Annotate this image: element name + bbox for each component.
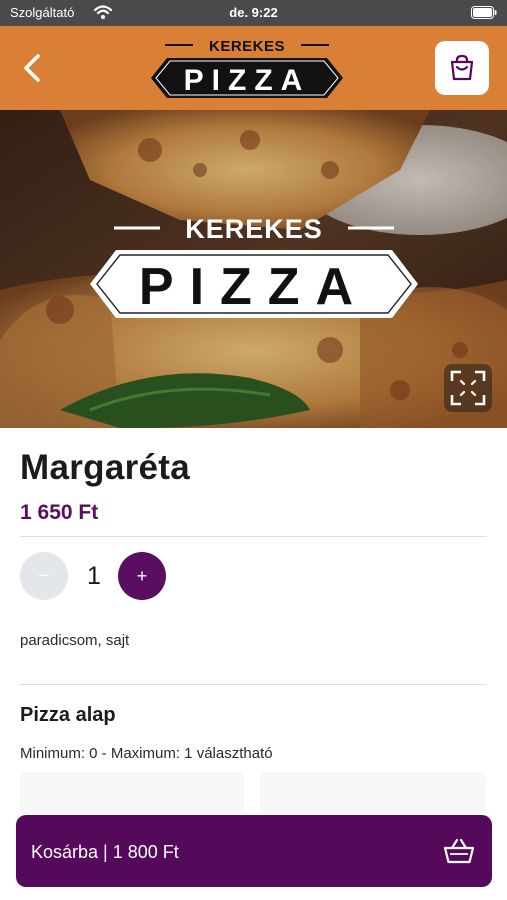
options-section-subtitle: Minimum: 0 - Maximum: 1 választható [20, 745, 273, 762]
divider [20, 684, 487, 685]
add-to-cart-label: Kosárba | 1 800 Ft [31, 842, 179, 862]
shopping-bag-icon [450, 54, 474, 81]
battery-icon [471, 6, 497, 19]
back-button[interactable] [14, 48, 54, 88]
increase-quantity-button[interactable]: + [118, 552, 166, 600]
quantity-value: 1 [87, 562, 101, 590]
hero-logo-top: KEREKES [185, 214, 323, 244]
basket-icon [444, 838, 474, 864]
options-section-title: Pizza alap [20, 704, 116, 726]
status-time: de. 9:22 [229, 5, 278, 20]
product-name: Margaréta [20, 448, 190, 487]
product-ingredients: paradicsom, sajt [20, 632, 130, 649]
product-image: KEREKES PIZZA [0, 110, 507, 428]
expand-image-button[interactable] [444, 364, 492, 412]
app-header: KEREKES PIZZA [0, 26, 507, 110]
add-to-cart-button[interactable]: Kosárba | 1 800 Ft [16, 815, 492, 887]
decrease-quantity-button[interactable]: − [20, 552, 68, 600]
expand-icon [450, 370, 486, 406]
header-logo-bottom: PIZZA [184, 64, 311, 97]
header-logo: KEREKES PIZZA [151, 38, 343, 98]
product-price: 1 650 Ft [20, 501, 99, 524]
option-card[interactable] [260, 772, 486, 816]
hero-logo-bottom: PIZZA [139, 258, 369, 316]
hero-logo: KEREKES PIZZA [90, 214, 418, 318]
header-logo-top: KEREKES [209, 38, 285, 55]
divider [20, 536, 487, 537]
option-card[interactable] [20, 772, 244, 816]
status-bar: Szolgáltató de. 9:22 [0, 0, 507, 26]
cart-button[interactable] [435, 41, 489, 95]
